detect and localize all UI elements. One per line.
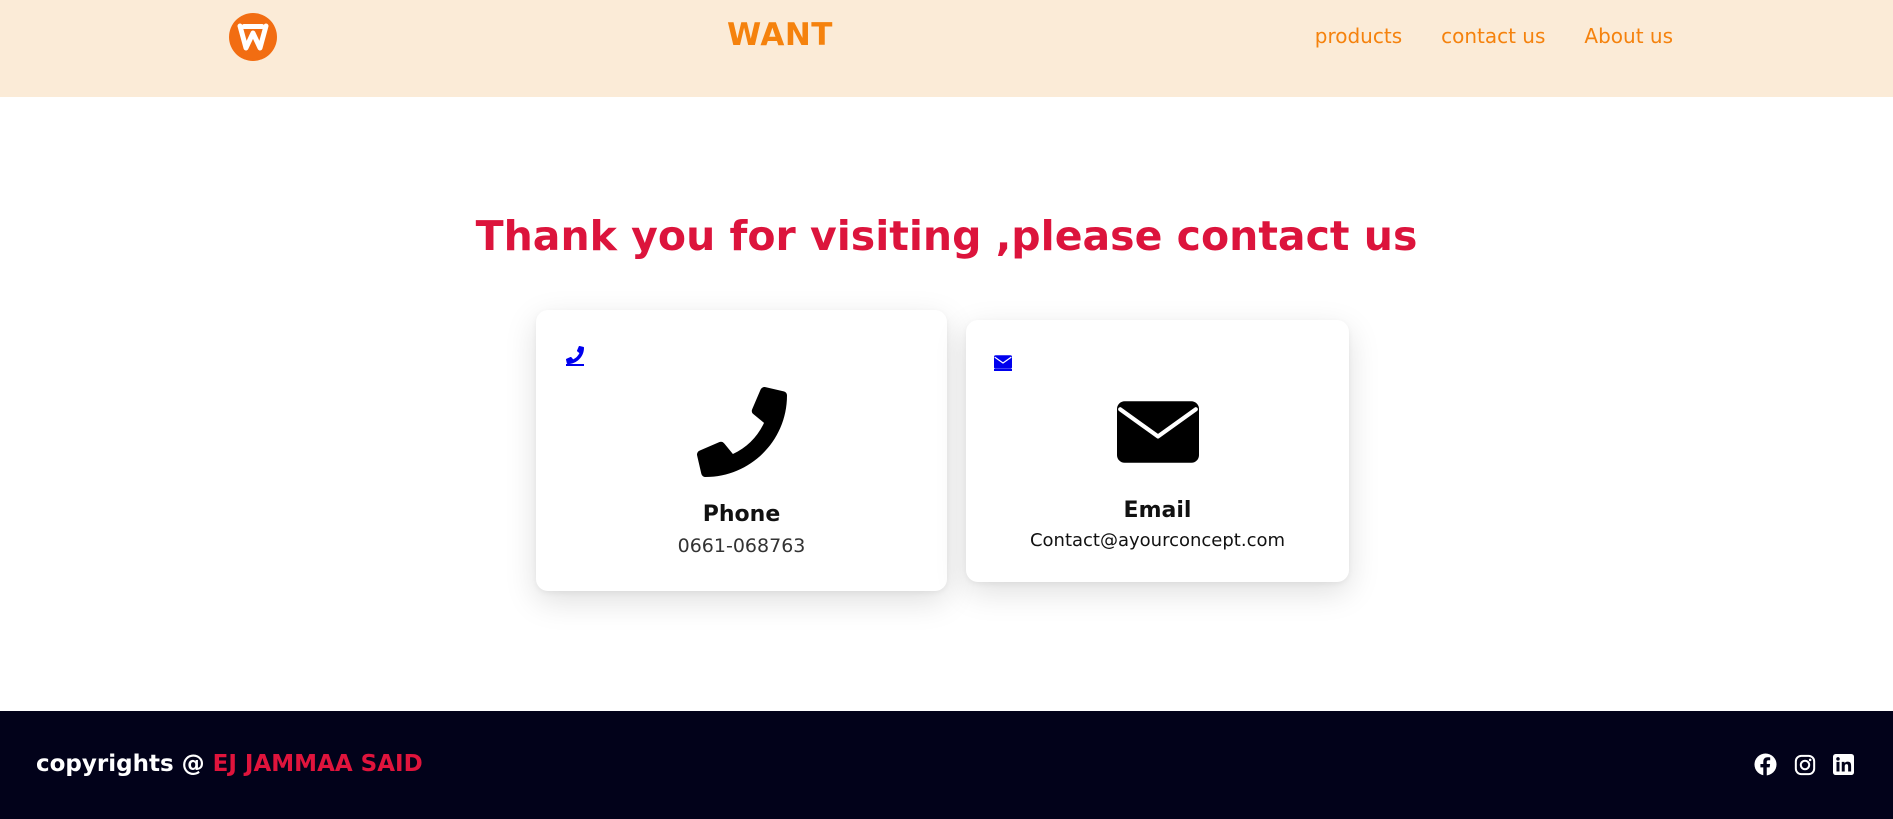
email-address: Contact@ayourconcept.com: [1029, 530, 1286, 551]
page-headline: Thank you for visiting ,please contact u…: [475, 212, 1418, 260]
site-header: WANT products contact us About us: [0, 0, 1893, 97]
social-links: [1754, 753, 1854, 776]
card-title-phone: Phone: [702, 502, 781, 527]
brand-title: WANT: [727, 17, 833, 53]
main-nav: products contact us About us: [1315, 24, 1673, 48]
phone-icon: [536, 387, 947, 477]
facebook-icon[interactable]: [1754, 753, 1777, 776]
nav-link-products[interactable]: products: [1315, 24, 1402, 48]
instagram-icon[interactable]: [1794, 754, 1816, 776]
nav-link-about-us[interactable]: About us: [1584, 24, 1673, 48]
phone-number: 0661-068763: [677, 535, 806, 557]
site-footer: copyrights @ EJ JAMMAA SAID: [0, 711, 1893, 819]
envelope-icon: [966, 401, 1349, 463]
email-link-icon[interactable]: [994, 355, 1012, 371]
linkedin-icon[interactable]: [1833, 754, 1854, 775]
nav-link-contact-us[interactable]: contact us: [1441, 24, 1545, 48]
card-title-email: Email: [1123, 498, 1192, 523]
logo[interactable]: [229, 13, 277, 61]
phone-link-icon[interactable]: [566, 346, 584, 366]
contact-card-email: Email Contact@ayourconcept.com: [966, 320, 1349, 582]
copyright-owner: EJ JAMMAA SAID: [212, 751, 423, 777]
contact-card-phone: Phone 0661-068763: [536, 310, 947, 591]
copyright-text: copyrights @ EJ JAMMAA SAID: [36, 751, 423, 777]
logo-icon: [231, 15, 275, 59]
copyright-prefix: copyrights @: [36, 751, 213, 777]
